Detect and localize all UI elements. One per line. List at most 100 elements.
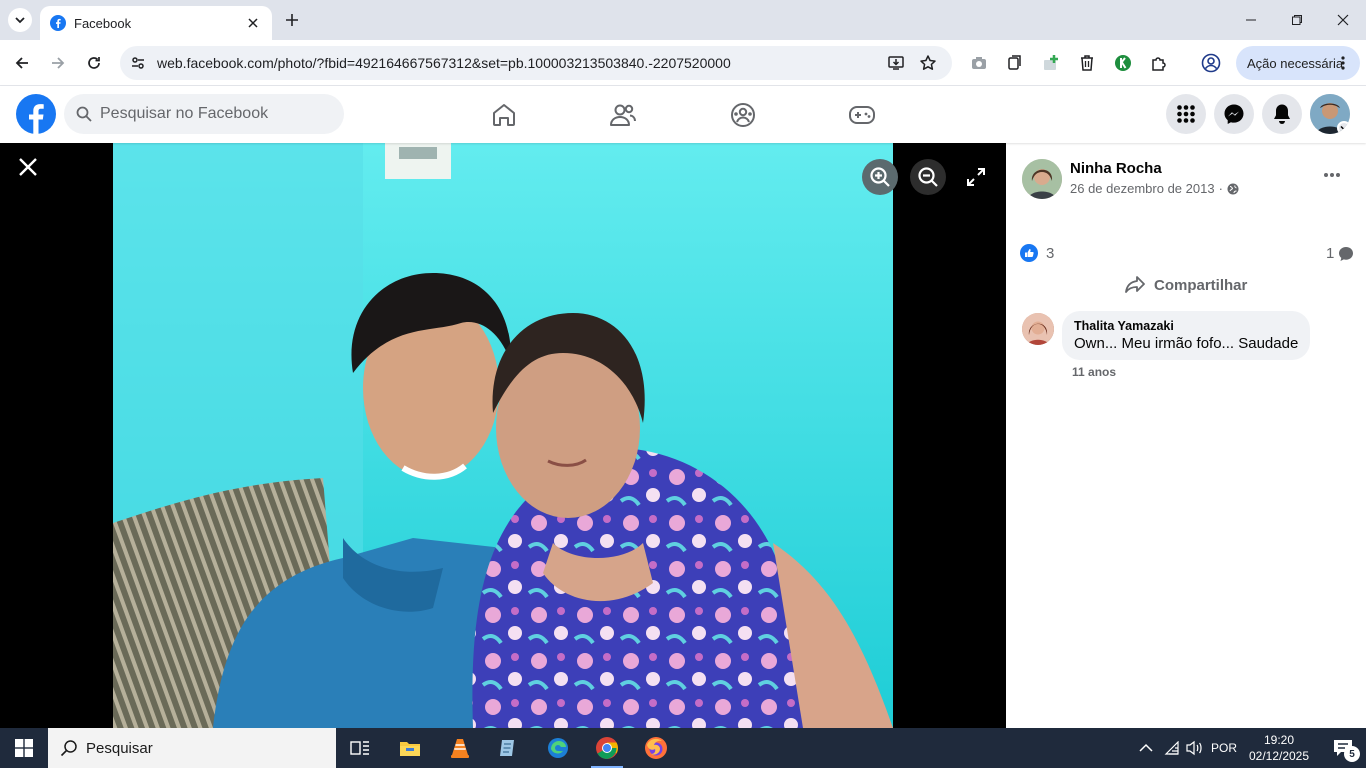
post-date: 26 de dezembro de 2013 · <box>1070 181 1239 196</box>
search-icon <box>60 740 77 757</box>
site-info-icon[interactable] <box>128 53 148 73</box>
tab-search-button[interactable] <box>8 8 32 32</box>
tab-title: Facebook <box>74 15 132 31</box>
facebook-search-input[interactable] <box>100 105 330 123</box>
notes-app[interactable] <box>484 728 532 768</box>
close-viewer-button[interactable] <box>14 153 42 181</box>
bell-icon <box>1274 104 1290 124</box>
window-minimize-button[interactable] <box>1228 0 1274 40</box>
notification-center-button[interactable]: 5 <box>1320 728 1366 768</box>
zoom-out-icon <box>918 167 938 187</box>
edge-icon <box>548 738 568 758</box>
search-icon <box>76 106 92 122</box>
nav-groups[interactable] <box>726 98 760 132</box>
facebook-favicon-icon <box>50 15 66 31</box>
chevron-up-icon <box>1139 743 1153 752</box>
fullscreen-button[interactable] <box>958 159 994 195</box>
messenger-icon <box>1224 104 1244 124</box>
back-button[interactable] <box>10 51 34 75</box>
browser-toolbar: web.facebook.com/photo/?fbid=49216466756… <box>0 40 1366 86</box>
account-menu-chevron-icon[interactable] <box>1337 121 1350 134</box>
nav-friends[interactable] <box>606 98 640 132</box>
nav-home[interactable] <box>487 98 521 132</box>
copy-extension-icon[interactable] <box>1004 52 1026 74</box>
photo-image <box>113 143 893 728</box>
vlc-app[interactable] <box>436 728 484 768</box>
action-required-label: Ação necessária <box>1247 55 1344 71</box>
tab-close-icon[interactable] <box>244 14 262 32</box>
address-bar[interactable]: web.facebook.com/photo/?fbid=49216466756… <box>120 46 952 80</box>
forward-button[interactable] <box>46 51 70 75</box>
network-tray-icon[interactable] <box>1160 728 1184 768</box>
folder-icon <box>400 742 420 756</box>
game-controller-icon <box>849 106 875 124</box>
avatar-portrait-icon <box>1022 159 1062 199</box>
reactions-summary[interactable]: 3 <box>1020 244 1054 262</box>
task-view-button[interactable] <box>336 728 384 768</box>
extensions-puzzle-icon[interactable] <box>1148 52 1170 74</box>
action-required-button[interactable]: Ação necessária <box>1236 46 1360 80</box>
comment-timestamp[interactable]: 11 anos <box>1072 365 1116 379</box>
bookmark-star-icon[interactable] <box>918 53 938 73</box>
photo-viewer <box>0 143 1006 728</box>
firefox-app[interactable] <box>632 728 680 768</box>
post-options-button[interactable] <box>1318 165 1346 185</box>
account-avatar[interactable] <box>1310 94 1350 134</box>
commenter-avatar[interactable] <box>1022 313 1054 345</box>
file-explorer-app[interactable] <box>386 728 434 768</box>
facebook-search[interactable] <box>64 94 344 134</box>
friends-icon <box>610 104 636 126</box>
commenter-name[interactable]: Thalita Yamazaki <box>1074 319 1298 333</box>
zoom-in-button[interactable] <box>862 159 898 195</box>
post-date-text[interactable]: 26 de dezembro de 2013 <box>1070 181 1215 196</box>
show-hidden-icons-button[interactable] <box>1134 728 1158 768</box>
more-dots-icon <box>1324 173 1340 177</box>
edge-app[interactable] <box>534 728 582 768</box>
comments-summary[interactable]: 1 <box>1326 245 1354 262</box>
zoom-out-button[interactable] <box>910 159 946 195</box>
messenger-button[interactable] <box>1214 94 1254 134</box>
reload-button[interactable] <box>82 51 106 75</box>
browser-tab-facebook[interactable]: Facebook <box>40 6 272 40</box>
nav-gaming[interactable] <box>845 98 879 132</box>
share-arrow-icon <box>1125 276 1145 293</box>
k-extension-icon[interactable] <box>1112 52 1134 74</box>
groups-icon <box>731 103 755 127</box>
start-button[interactable] <box>0 728 48 768</box>
taskbar-search[interactable]: Pesquisar <box>48 728 336 768</box>
language-indicator[interactable]: POR <box>1206 728 1242 768</box>
clock-time: 19:20 <box>1263 733 1295 747</box>
author-avatar[interactable] <box>1022 159 1062 199</box>
window-restore-button[interactable] <box>1274 0 1320 40</box>
expand-icon <box>967 168 985 186</box>
install-app-icon[interactable] <box>886 53 906 73</box>
task-view-icon <box>350 741 369 755</box>
plus-icon <box>286 14 298 26</box>
notifications-button[interactable] <box>1262 94 1302 134</box>
camera-extension-icon[interactable] <box>968 52 990 74</box>
clock[interactable]: 19:20 02/12/2025 <box>1246 732 1312 764</box>
menu-button[interactable] <box>1166 94 1206 134</box>
windows-taskbar: Pesquisar POR 19:20 02/12/2025 5 <box>0 728 1366 768</box>
wifi-icon <box>1164 741 1179 755</box>
clock-date: 02/12/2025 <box>1248 749 1310 763</box>
vlc-cone-icon <box>451 739 469 758</box>
trash-extension-icon[interactable] <box>1076 52 1098 74</box>
chrome-app[interactable] <box>583 728 631 768</box>
profile-icon[interactable] <box>1200 52 1222 74</box>
comment-bubble: Thalita Yamazaki Own... Meu irmão fofo..… <box>1062 311 1311 360</box>
plus-extension-icon[interactable] <box>1040 52 1062 74</box>
author-name[interactable]: Ninha Rocha <box>1070 160 1162 177</box>
vertical-dots-icon <box>1341 56 1345 70</box>
notepad-icon <box>500 740 514 756</box>
reactions-count: 3 <box>1046 244 1055 262</box>
avatar-portrait-icon <box>1022 313 1054 345</box>
comment-text: Own... Meu irmão fofo... Saudade <box>1074 335 1299 352</box>
date-separator: · <box>1218 181 1223 196</box>
chevron-down-icon <box>15 17 25 24</box>
volume-tray-icon[interactable] <box>1182 728 1206 768</box>
facebook-logo-icon[interactable] <box>16 94 56 134</box>
share-button[interactable]: Compartilhar <box>1124 275 1247 295</box>
new-tab-button[interactable] <box>282 10 302 30</box>
window-close-button[interactable] <box>1320 0 1366 40</box>
